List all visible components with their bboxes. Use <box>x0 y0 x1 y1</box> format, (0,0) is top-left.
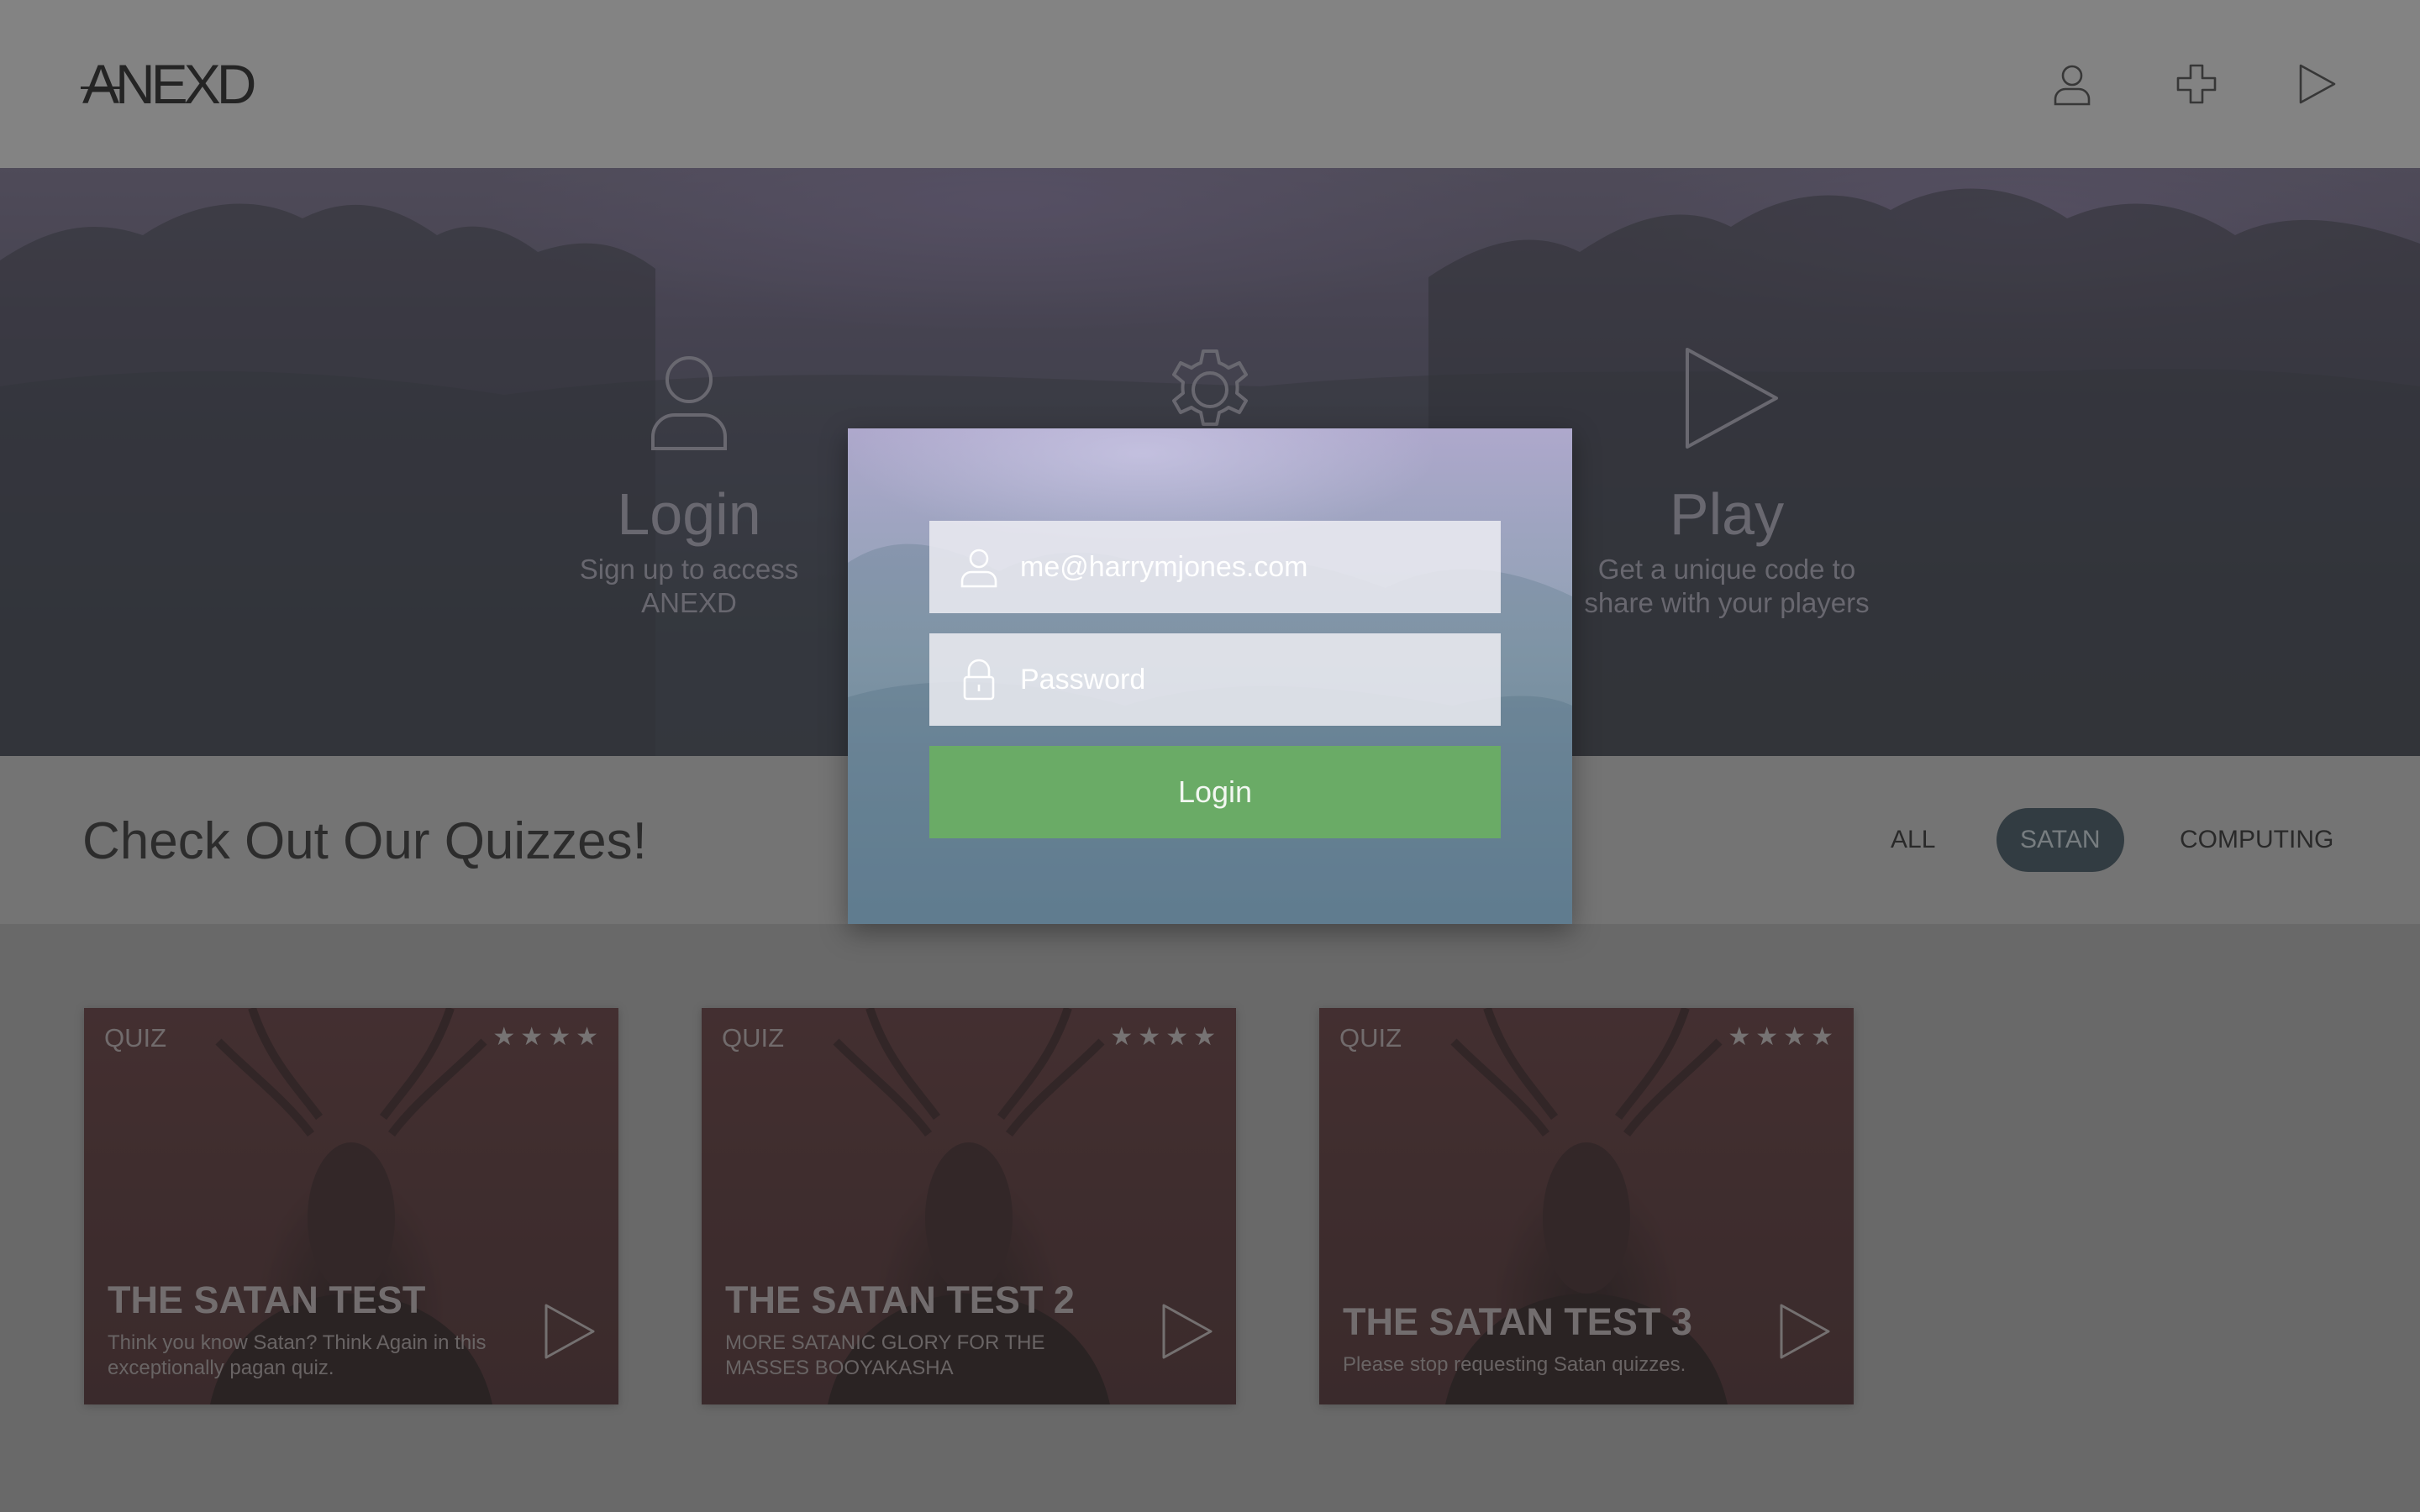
login-modal: Login <box>848 428 1572 924</box>
email-input[interactable] <box>1020 521 1491 613</box>
user-icon <box>956 544 1002 590</box>
email-field[interactable] <box>929 521 1501 613</box>
password-field[interactable] <box>929 633 1501 726</box>
lock-icon <box>956 657 1002 702</box>
login-button[interactable]: Login <box>929 746 1501 838</box>
password-input[interactable] <box>1020 633 1491 726</box>
